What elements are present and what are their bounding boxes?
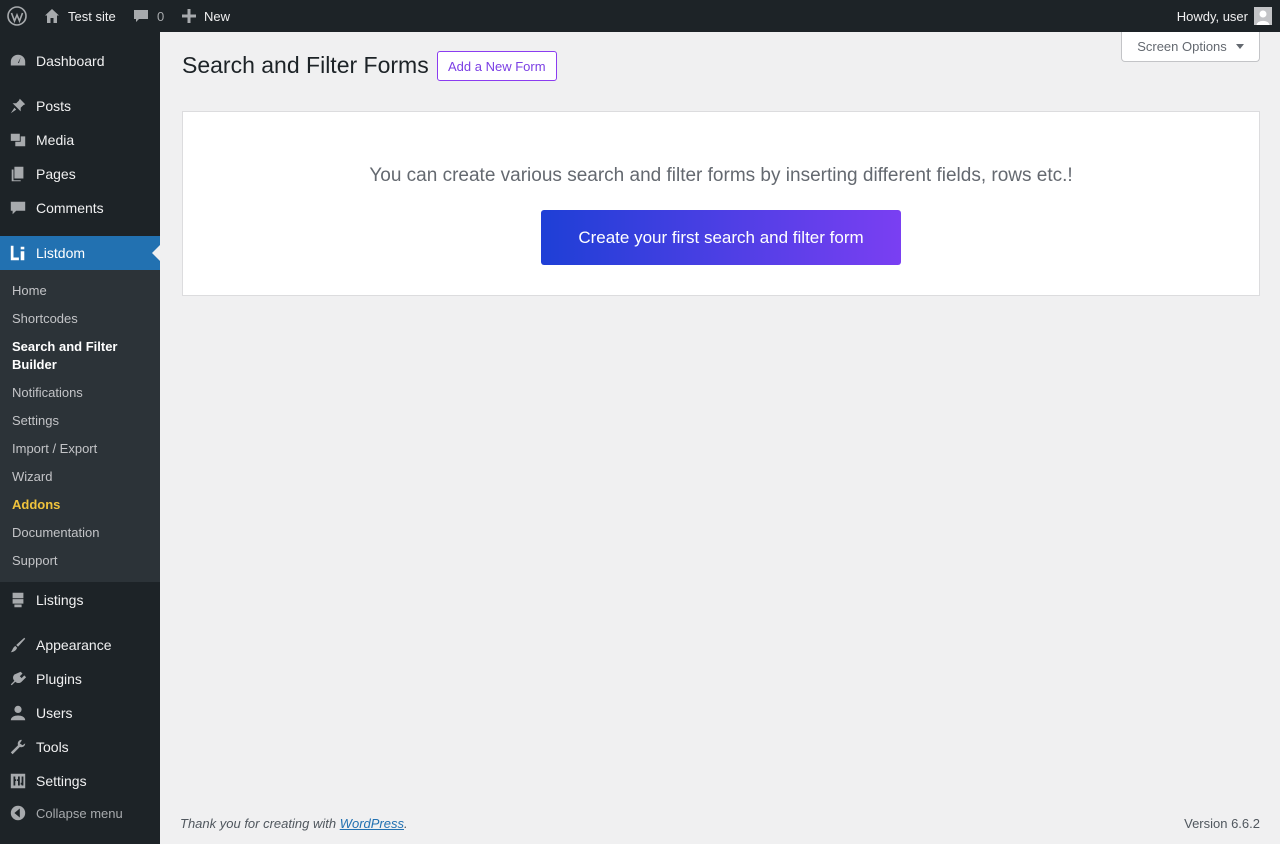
footer-version: Version 6.6.2 bbox=[1184, 816, 1260, 831]
menu-plugins[interactable]: Plugins bbox=[0, 662, 160, 696]
footer-thanks-suffix: . bbox=[404, 816, 408, 831]
menu-label: Comments bbox=[36, 200, 104, 216]
main-content: Screen Options Search and Filter Forms A… bbox=[160, 32, 1280, 844]
menu-posts[interactable]: Posts bbox=[0, 89, 160, 123]
menu-dashboard[interactable]: Dashboard bbox=[0, 44, 160, 78]
settings-sliders-icon bbox=[0, 764, 36, 798]
collapse-label: Collapse menu bbox=[36, 805, 123, 821]
screen-options-label: Screen Options bbox=[1137, 39, 1227, 54]
menu-label: Plugins bbox=[36, 671, 82, 687]
menu-comments[interactable]: Comments bbox=[0, 191, 160, 225]
comments-count: 0 bbox=[157, 8, 165, 24]
menu-label: Media bbox=[36, 132, 75, 148]
admin-menu: Dashboard Posts Media Pages Comments Lis… bbox=[0, 32, 160, 844]
plugin-icon bbox=[0, 662, 36, 696]
menu-users[interactable]: Users bbox=[0, 696, 160, 730]
menu-label: Appearance bbox=[36, 637, 112, 653]
menu-label: Dashboard bbox=[36, 53, 105, 69]
pin-icon bbox=[0, 89, 36, 123]
home-icon bbox=[43, 7, 61, 25]
menu-pages[interactable]: Pages bbox=[0, 157, 160, 191]
current-menu-arrow bbox=[152, 245, 160, 261]
submenu-notifications[interactable]: Notifications bbox=[12, 384, 152, 402]
new-content-link[interactable]: New bbox=[181, 0, 230, 32]
add-new-form-button[interactable]: Add a New Form bbox=[437, 51, 557, 81]
dashboard-icon bbox=[0, 44, 36, 78]
menu-listings[interactable]: Listings bbox=[0, 583, 160, 617]
wordpress-logo-icon[interactable] bbox=[7, 0, 27, 32]
comment-icon bbox=[133, 8, 149, 24]
submenu-settings[interactable]: Settings bbox=[12, 412, 152, 430]
menu-settings[interactable]: Settings bbox=[0, 764, 160, 798]
menu-media[interactable]: Media bbox=[0, 123, 160, 157]
site-name-link[interactable]: Test site bbox=[43, 0, 116, 32]
listdom-logo-icon bbox=[0, 236, 36, 270]
admin-bar: Test site 0 New Howdy, user bbox=[0, 0, 1280, 32]
menu-label: Users bbox=[36, 705, 73, 721]
menu-label: Settings bbox=[36, 773, 87, 789]
menu-listdom[interactable]: Listdom bbox=[0, 236, 160, 270]
comment-icon bbox=[0, 191, 36, 225]
footer-thanks-text: Thank you for creating with bbox=[180, 816, 340, 831]
submenu-home[interactable]: Home bbox=[12, 282, 152, 300]
submenu-shortcodes[interactable]: Shortcodes bbox=[12, 310, 152, 328]
wrench-icon bbox=[0, 730, 36, 764]
new-label: New bbox=[204, 8, 231, 24]
pages-icon bbox=[0, 157, 36, 191]
menu-label: Listings bbox=[36, 592, 84, 608]
menu-label: Pages bbox=[36, 166, 76, 182]
my-account-link[interactable]: Howdy, user bbox=[1177, 0, 1272, 32]
media-icon bbox=[0, 123, 36, 157]
submenu-documentation[interactable]: Documentation bbox=[12, 524, 152, 542]
plus-icon bbox=[181, 8, 197, 24]
submenu-support[interactable]: Support bbox=[12, 552, 152, 570]
site-name: Test site bbox=[68, 8, 116, 24]
page-title: Search and Filter Forms bbox=[182, 52, 429, 78]
menu-label: Listdom bbox=[36, 245, 86, 261]
screen-options-button[interactable]: Screen Options bbox=[1121, 32, 1260, 62]
paintbrush-icon bbox=[0, 628, 36, 662]
empty-state-message: You can create various search and filter… bbox=[369, 165, 1073, 186]
menu-tools[interactable]: Tools bbox=[0, 730, 160, 764]
avatar bbox=[1254, 7, 1272, 25]
create-first-form-button[interactable]: Create your first search and filter form bbox=[541, 210, 901, 265]
collapse-menu-button[interactable]: Collapse menu bbox=[0, 796, 160, 830]
menu-label: Posts bbox=[36, 98, 72, 114]
submenu-addons[interactable]: Addons bbox=[12, 496, 152, 514]
wordpress-link[interactable]: WordPress bbox=[340, 816, 404, 831]
menu-appearance[interactable]: Appearance bbox=[0, 628, 160, 662]
menu-label: Tools bbox=[36, 739, 69, 755]
listdom-submenu: Home Shortcodes Search and Filter Builde… bbox=[0, 270, 160, 582]
howdy-text: Howdy, user bbox=[1176, 8, 1248, 24]
submenu-search-filter-builder[interactable]: Search and Filter Builder bbox=[12, 338, 152, 374]
collapse-icon bbox=[0, 796, 36, 830]
footer-thanks: Thank you for creating with WordPress. bbox=[180, 816, 408, 831]
empty-state-card: You can create various search and filter… bbox=[182, 111, 1260, 296]
comments-link[interactable]: 0 bbox=[133, 0, 164, 32]
chevron-down-icon bbox=[1235, 44, 1244, 49]
submenu-wizard[interactable]: Wizard bbox=[12, 468, 152, 486]
user-icon bbox=[0, 696, 36, 730]
listings-icon bbox=[0, 583, 36, 617]
submenu-import-export[interactable]: Import / Export bbox=[12, 440, 152, 458]
